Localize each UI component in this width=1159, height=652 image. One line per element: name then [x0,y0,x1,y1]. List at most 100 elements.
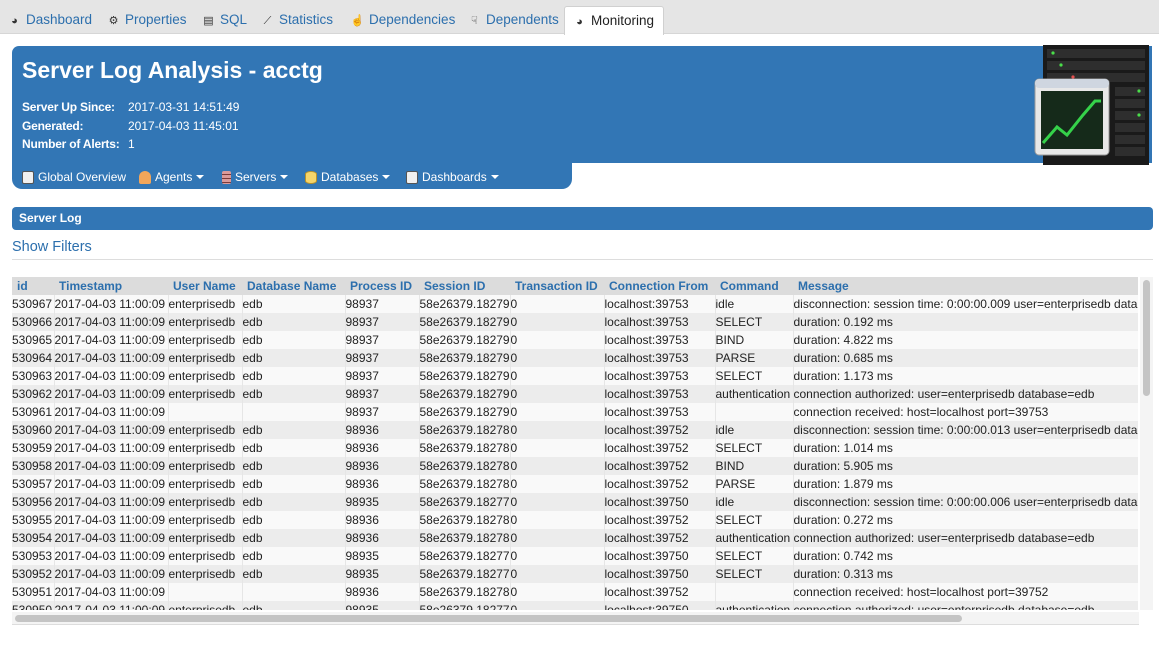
nav-global-overview[interactable]: Global Overview [22,168,126,186]
table-row[interactable]: 530958 2017-04-03 11:00:09 enterprisedb edb… [12,457,1138,475]
table-row[interactable]: 530952 2017-04-03 11:00:09 enterprisedb edb… [12,565,1138,583]
table-row[interactable]: 530965 2017-04-03 11:00:09 enterprisedb edb… [12,331,1138,349]
tab-dependencies[interactable]: ☝ Dependencies [350,6,456,34]
nav-databases[interactable]: Databases [305,168,391,186]
table-cell: 98936 [345,439,420,457]
table-row[interactable]: 530964 2017-04-03 11:00:09 enterprisedb edb… [12,349,1138,367]
tab-dashboard[interactable]: ◕ Dashboard [7,6,92,34]
table-cell: localhost:39753 [604,331,716,349]
tab-statistics[interactable]: ⟋ Statistics [260,6,333,34]
table-cell: 2017-04-03 11:00:09 [54,403,169,421]
table-cell: connection received: host=localhost port… [793,403,1138,421]
table-row[interactable]: 530960 2017-04-03 11:00:09 enterprisedb edb… [12,421,1138,439]
column-header[interactable]: Connection From [604,277,715,295]
table-cell: localhost:39753 [604,367,716,385]
table-cell: enterprisedb [168,547,243,565]
table-cell: connection authorized: user=enterprisedb… [793,601,1138,610]
table-row[interactable]: 530961 2017-04-03 11:00:09 98937 58e26379.1… [12,403,1138,421]
tab-sql[interactable]: ▤ SQL [201,6,247,34]
horizontal-scrollbar-thumb[interactable] [15,615,962,622]
alerts-label: Number of Alerts: [22,137,120,151]
table-cell: 2017-04-03 11:00:09 [54,349,169,367]
table-cell: 2017-04-03 11:00:09 [54,421,169,439]
table-cell: 98937 [345,403,420,421]
nav-servers[interactable]: Servers [222,168,289,186]
table-cell: edb [242,367,346,385]
table-row[interactable]: 530956 2017-04-03 11:00:09 enterprisedb edb… [12,493,1138,511]
statistics-icon: ⟋ [263,15,272,27]
table-row[interactable]: 530950 2017-04-03 11:00:09 enterprisedb edb… [12,601,1138,610]
table-cell: idle [715,421,794,439]
table-cell: 98936 [345,583,420,601]
nav-dashboards[interactable]: Dashboards [406,168,499,186]
table-cell: duration: 1.014 ms [793,439,1138,457]
table-cell: 530960 [12,421,55,439]
table-cell: SELECT [715,313,794,331]
table-cell: enterprisedb [168,475,243,493]
table-cell [242,583,346,601]
table-cell: 58e26379.18279 [419,349,511,367]
table-cell: 58e26379.18279 [419,385,511,403]
nav-label: Dashboards [422,170,487,184]
table-cell: localhost:39752 [604,421,716,439]
table-cell: disconnection: session time: 0:00:00.006… [793,493,1138,511]
dependencies-icon: ☝ [350,15,365,27]
column-header[interactable]: id [12,277,54,295]
table-cell: enterprisedb [168,565,243,583]
table-cell: SELECT [715,439,794,457]
server-log-table: id Timestamp User Name Database Name Pro… [12,277,1138,610]
table-row[interactable]: 530954 2017-04-03 11:00:09 enterprisedb edb… [12,529,1138,547]
column-header[interactable]: Message [793,277,1138,295]
table-cell: 530959 [12,439,55,457]
table-row[interactable]: 530963 2017-04-03 11:00:09 enterprisedb edb… [12,367,1138,385]
table-cell: 530965 [12,331,55,349]
table-cell: 2017-04-03 11:00:09 [54,295,169,313]
table-row[interactable]: 530967 2017-04-03 11:00:09 enterprisedb edb… [12,295,1138,313]
table-cell: 0 [510,493,605,511]
table-cell: 530955 [12,511,55,529]
nav-label: Databases [321,170,379,184]
table-cell: 0 [510,547,605,565]
table-cell: 0 [510,601,605,610]
table-cell: edb [242,511,346,529]
column-header[interactable]: Transaction ID [510,277,604,295]
column-header[interactable]: Timestamp [54,277,168,295]
column-header[interactable]: Database Name [242,277,345,295]
table-cell: 2017-04-03 11:00:09 [54,439,169,457]
table-cell: localhost:39752 [604,439,716,457]
table-row[interactable]: 530962 2017-04-03 11:00:09 enterprisedb edb… [12,385,1138,403]
tab-label: Monitoring [591,13,655,28]
table-row[interactable]: 530951 2017-04-03 11:00:09 98936 58e26379.1… [12,583,1138,601]
table-cell: edb [242,547,346,565]
table-row[interactable]: 530955 2017-04-03 11:00:09 enterprisedb edb… [12,511,1138,529]
table-cell: authentication [715,601,794,610]
table-cell: 0 [510,385,605,403]
nav-agents[interactable]: Agents [139,168,205,186]
generated-label: Generated: [22,119,84,133]
table-cell: edb [242,565,346,583]
show-filters-link[interactable]: Show Filters [12,239,92,255]
server-log-title: Server Log [19,211,82,225]
table-cell: 58e26379.18279 [419,403,511,421]
column-header[interactable]: Session ID [419,277,510,295]
table-cell: localhost:39753 [604,349,716,367]
vertical-scrollbar-thumb[interactable] [1143,280,1150,396]
table-row[interactable]: 530966 2017-04-03 11:00:09 enterprisedb edb… [12,313,1138,331]
table-row[interactable]: 530953 2017-04-03 11:00:09 enterprisedb edb… [12,547,1138,565]
column-header[interactable]: User Name [168,277,242,295]
table-row[interactable]: 530959 2017-04-03 11:00:09 enterprisedb edb… [12,439,1138,457]
table-cell: SELECT [715,547,794,565]
column-header[interactable]: Process ID [345,277,419,295]
tab-dependents[interactable]: ☟ Dependents [467,6,559,34]
tab-monitoring[interactable]: ◕ Monitoring [564,6,665,35]
table-cell: 2017-04-03 11:00:09 [54,529,169,547]
table-cell: 98935 [345,493,420,511]
table-cell: disconnection: session time: 0:00:00.013… [793,421,1138,439]
tab-properties[interactable]: ⚙ Properties [106,6,187,34]
table-cell: SELECT [715,367,794,385]
sql-icon: ▤ [203,15,214,27]
column-header[interactable]: Command [715,277,793,295]
table-cell: edb [242,295,346,313]
table-row[interactable]: 530957 2017-04-03 11:00:09 enterprisedb edb… [12,475,1138,493]
table-cell: 58e26379.18278 [419,529,511,547]
